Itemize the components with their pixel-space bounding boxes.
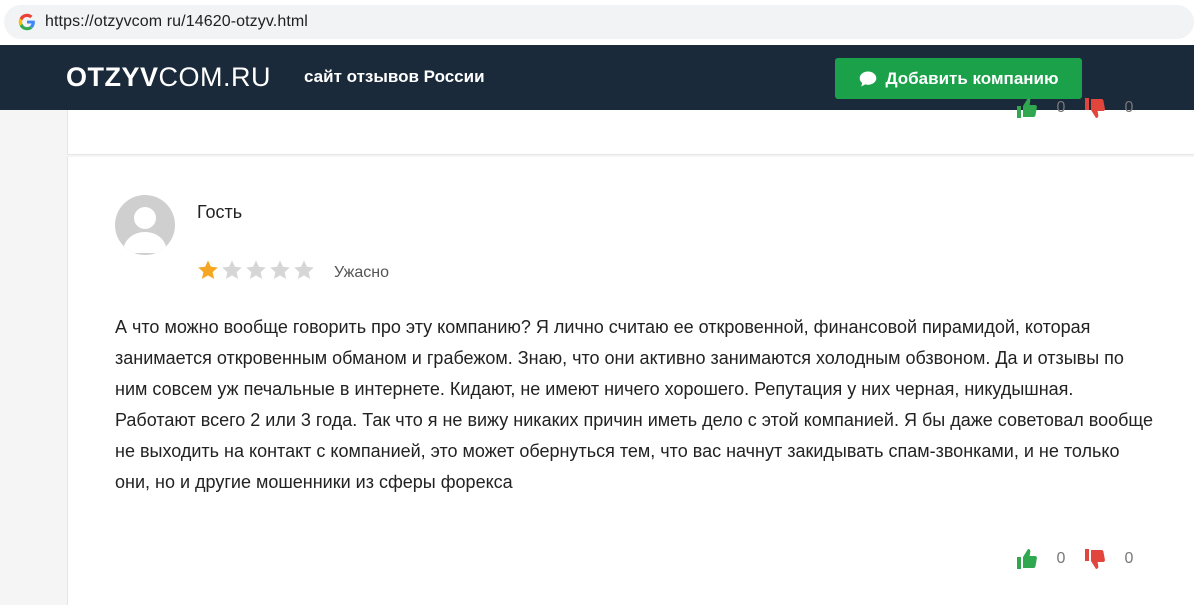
site-tagline: сайт отзывов России (304, 67, 485, 86)
thumbs-down-icon (1085, 98, 1105, 118)
review-text: А что можно вообще говорить про эту комп… (115, 317, 1154, 492)
dislike-count: 0 (1124, 550, 1134, 567)
star-empty-icon (294, 260, 314, 279)
dislike-button[interactable] (1083, 547, 1107, 571)
url-field[interactable]: https://otzyvcom ru/14620-otzyv.html (4, 5, 1194, 39)
star-filled-icon (198, 260, 218, 279)
thumbs-up-icon (1017, 98, 1037, 118)
url-text: https://otzyvcom ru/14620-otzyv.html (45, 13, 308, 30)
avatar-silhouette (123, 207, 167, 253)
like-count: 0 (1056, 550, 1066, 567)
site-logo[interactable]: OTZYVCOM.RU (66, 62, 271, 93)
page-content: 0 0 Гость Ужасно А что можно вообще гово… (0, 98, 1194, 605)
review-votes: 0 0 (1015, 547, 1151, 571)
prev-dislike-count: 0 (1124, 99, 1134, 116)
thumbs-up-icon (1017, 549, 1037, 569)
previous-review-votes: 0 0 (1015, 96, 1151, 120)
review-card: Гость Ужасно А что можно вообще говорить… (67, 157, 1194, 605)
prev-like-count: 0 (1056, 99, 1066, 116)
chat-bubble-icon (860, 71, 877, 86)
user-avatar-icon (115, 195, 175, 255)
add-company-label: Добавить компанию (885, 68, 1059, 88)
logo-bold-text: OTZYV (66, 62, 159, 92)
star-empty-icon (222, 260, 242, 279)
prev-dislike-button[interactable] (1083, 96, 1107, 120)
prev-like-button[interactable] (1015, 96, 1039, 120)
rating-label: Ужасно (334, 264, 389, 281)
rating-stars (196, 258, 316, 282)
logo-light-text: COM.RU (158, 62, 272, 92)
like-button[interactable] (1015, 547, 1039, 571)
previous-review-card: 0 0 (67, 98, 1194, 155)
star-empty-icon (270, 260, 290, 279)
browser-address-bar: https://otzyvcom ru/14620-otzyv.html (0, 0, 1194, 45)
star-empty-icon (246, 260, 266, 279)
review-author: Гость (197, 202, 243, 222)
add-company-button[interactable]: Добавить компанию (835, 58, 1082, 99)
thumbs-down-icon (1085, 549, 1105, 569)
google-g-icon (18, 13, 35, 31)
